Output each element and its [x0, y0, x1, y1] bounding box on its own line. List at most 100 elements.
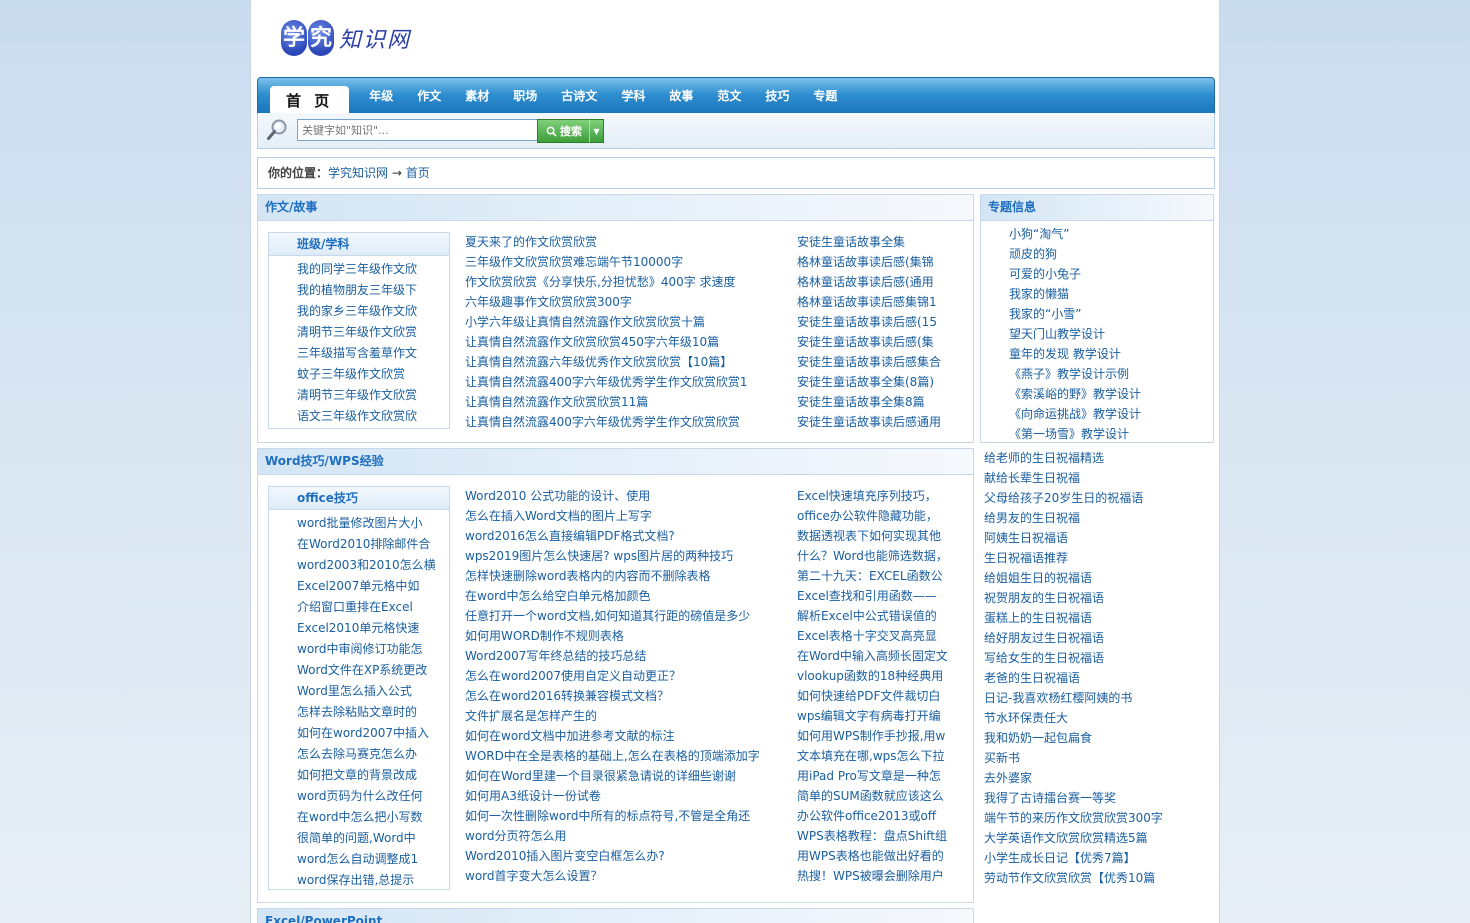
- article-link[interactable]: WORD中在全是表格的基础上,怎么在表格的顶端添加字: [465, 746, 785, 766]
- article-link[interactable]: 夏天来了的作文欣赏欣赏: [465, 232, 785, 252]
- article-link[interactable]: word2016怎么直接编辑PDF格式文档?: [465, 526, 785, 546]
- article-link[interactable]: 献给长辈生日祝福: [984, 468, 1163, 488]
- article-link[interactable]: office办公软件隐藏功能，: [797, 506, 947, 526]
- article-link[interactable]: 给老师的生日祝福精选: [984, 448, 1163, 468]
- article-link[interactable]: WPS表格教程：盘点Shift组: [797, 826, 947, 846]
- sidebox-item[interactable]: 很简单的问题,Word中: [297, 828, 447, 849]
- article-link[interactable]: 给好朋友过生日祝福语: [984, 628, 1163, 648]
- nav-item[interactable]: 故事: [657, 78, 705, 114]
- article-link[interactable]: 祝贺朋友的生日祝福语: [984, 588, 1163, 608]
- sidebox-item[interactable]: 我的同学三年级作文欣: [297, 259, 447, 280]
- article-link[interactable]: 蛋糕上的生日祝福语: [984, 608, 1163, 628]
- sidebox-item[interactable]: 如何把文章的背景改成: [297, 765, 447, 786]
- article-link[interactable]: Word2010插入图片变空白框怎么办?: [465, 846, 785, 866]
- sidebox-item[interactable]: 怎么去除马赛克怎么办: [297, 744, 447, 765]
- sidebox-item[interactable]: word中审阅修订功能怎: [297, 639, 447, 660]
- article-link[interactable]: 阿姨生日祝福语: [984, 528, 1163, 548]
- article-link[interactable]: 端午节的来历作文欣赏欣赏300字: [984, 808, 1163, 828]
- sidebox-item[interactable]: 蚊子三年级作文欣赏: [297, 364, 447, 385]
- article-link[interactable]: 小学六年级让真情自然流露作文欣赏欣赏十篇: [465, 312, 785, 332]
- sidebox-item[interactable]: word怎么自动调整成1: [297, 849, 447, 870]
- article-link[interactable]: 用WPS表格也能做出好看的: [797, 846, 947, 866]
- article-link[interactable]: 大学英语作文欣赏欣赏精选5篇: [984, 828, 1163, 848]
- nav-item[interactable]: 年级: [357, 78, 405, 114]
- article-link[interactable]: Excel表格十字交叉高亮显: [797, 626, 947, 646]
- article-link[interactable]: word首字变大怎么设置？: [465, 866, 785, 886]
- nav-item[interactable]: 作文: [405, 78, 453, 114]
- sidebox-title[interactable]: 班级/学科: [269, 233, 449, 256]
- article-link[interactable]: 安徒生童话故事全集8篇: [797, 392, 947, 412]
- article-link[interactable]: 我和奶奶一起包扁食: [984, 728, 1163, 748]
- article-link[interactable]: 让真情自然流露六年级优秀作文欣赏欣赏【10篇】: [465, 352, 785, 372]
- article-link[interactable]: 安徒生童话故事全集(8篇): [797, 372, 947, 392]
- section-title[interactable]: Word技巧/WPS经验: [258, 449, 973, 475]
- article-link[interactable]: 让真情自然流露作文欣赏欣赏450字六年级10篇: [465, 332, 785, 352]
- article-link[interactable]: 给男友的生日祝福: [984, 508, 1163, 528]
- article-link[interactable]: 我得了古诗擂台赛一等奖: [984, 788, 1163, 808]
- site-logo[interactable]: 学 究 知识网: [281, 18, 411, 58]
- article-link[interactable]: 如何在word文档中加进参考文献的标注: [465, 726, 785, 746]
- article-link[interactable]: 第二十九天：EXCEL函数公: [797, 566, 947, 586]
- article-link[interactable]: 老爸的生日祝福语: [984, 668, 1163, 688]
- special-topic-link[interactable]: 望天门山教学设计: [1009, 324, 1213, 344]
- special-topic-link[interactable]: 童年的发现 教学设计: [1009, 344, 1213, 364]
- sidebox-item[interactable]: word保存出错,总提示: [297, 870, 447, 891]
- special-topic-link[interactable]: 可爱的小兔子: [1009, 264, 1213, 284]
- sidebox-item[interactable]: Word文件在XP系统更改: [297, 660, 447, 681]
- search-input[interactable]: [297, 119, 539, 141]
- special-topic-link[interactable]: 小狗“淘气”: [1009, 224, 1213, 244]
- breadcrumb-current[interactable]: 首页: [406, 166, 430, 180]
- article-link[interactable]: 怎么在插入Word文档的图片上写字: [465, 506, 785, 526]
- sidebox-item[interactable]: 清明节三年级作文欣赏: [297, 322, 447, 343]
- article-link[interactable]: 安徒生童话故事读后感通用: [797, 412, 947, 432]
- sidebox-item[interactable]: 我的植物朋友三年级下: [297, 280, 447, 301]
- sidebox-item[interactable]: 怎样去除粘贴文章时的: [297, 702, 447, 723]
- article-link[interactable]: 格林童话故事读后感(通用: [797, 272, 947, 292]
- article-link[interactable]: word分页符怎么用: [465, 826, 785, 846]
- nav-item[interactable]: 学科: [609, 78, 657, 114]
- article-link[interactable]: Excel查找和引用函数——: [797, 586, 947, 606]
- article-link[interactable]: 解析Excel中公式错误值的: [797, 606, 947, 626]
- article-link[interactable]: Word2010 公式功能的设计、使用: [465, 486, 785, 506]
- article-link[interactable]: 去外婆家: [984, 768, 1163, 788]
- article-link[interactable]: 文件扩展名是怎样产生的: [465, 706, 785, 726]
- article-link[interactable]: Excel快速填充序列技巧，: [797, 486, 947, 506]
- sidebox-item[interactable]: 语文三年级作文欣赏欣: [297, 406, 447, 427]
- special-topic-link[interactable]: 我家的“小雪”: [1009, 304, 1213, 324]
- article-link[interactable]: wps编辑文字有病毒打开编: [797, 706, 947, 726]
- sidebox-item[interactable]: 清明节三年级作文欣赏: [297, 385, 447, 406]
- sidebox-item[interactable]: word页码为什么改任何: [297, 786, 447, 807]
- special-topic-link[interactable]: 《第一场雪》教学设计: [1009, 424, 1213, 444]
- sidebox-item[interactable]: word2003和2010怎么横: [297, 555, 447, 576]
- sidebox-item[interactable]: 三年级描写含羞草作文: [297, 343, 447, 364]
- article-link[interactable]: 如何用WPS制作手抄报,用w: [797, 726, 947, 746]
- special-topic-link[interactable]: 我家的懒猫: [1009, 284, 1213, 304]
- special-topics-title[interactable]: 专题信息: [981, 195, 1213, 221]
- sidebox-item[interactable]: 在Word2010排除邮件合: [297, 534, 447, 555]
- article-link[interactable]: 数据透视表下如何实现其他: [797, 526, 947, 546]
- sidebox-item[interactable]: 如何在word2007中插入: [297, 723, 447, 744]
- nav-item[interactable]: 技巧: [753, 78, 801, 114]
- nav-item[interactable]: 职场: [501, 78, 549, 114]
- special-topic-link[interactable]: 《燕子》教学设计示例: [1009, 364, 1213, 384]
- article-link[interactable]: 格林童话故事读后感集锦1: [797, 292, 947, 312]
- sidebox-item[interactable]: 在word中怎么把小写数: [297, 807, 447, 828]
- article-link[interactable]: 怎么在word2007使用自定义自动更正？: [465, 666, 785, 686]
- article-link[interactable]: 怎么在word2016转换兼容模式文档？: [465, 686, 785, 706]
- sidebox-item[interactable]: word批量修改图片大小: [297, 513, 447, 534]
- article-link[interactable]: vlookup函数的18种经典用: [797, 666, 947, 686]
- special-topic-link[interactable]: 《向命运挑战》教学设计: [1009, 404, 1213, 424]
- article-link[interactable]: 在word中怎么给空白单元格加颜色: [465, 586, 785, 606]
- article-link[interactable]: 如何用WORD制作不规则表格: [465, 626, 785, 646]
- article-link[interactable]: 安徒生童话故事全集: [797, 232, 947, 252]
- article-link[interactable]: 三年级作文欣赏欣赏难忘端午节10000字: [465, 252, 785, 272]
- nav-item[interactable]: 古诗文: [549, 78, 609, 114]
- article-link[interactable]: 生日祝福语推荐: [984, 548, 1163, 568]
- article-link[interactable]: 用iPad Pro写文章是一种怎: [797, 766, 947, 786]
- nav-item[interactable]: 首 页: [270, 86, 350, 114]
- article-link[interactable]: 作文欣赏欣赏《分享快乐,分担忧愁》400字 求速度: [465, 272, 785, 292]
- article-link[interactable]: 热搜！WPS被曝会删除用户: [797, 866, 947, 886]
- article-link[interactable]: 父母给孩子20岁生日的祝福语: [984, 488, 1163, 508]
- article-link[interactable]: 写给女生的生日祝福语: [984, 648, 1163, 668]
- article-link[interactable]: 安徒生童话故事读后感(集: [797, 332, 947, 352]
